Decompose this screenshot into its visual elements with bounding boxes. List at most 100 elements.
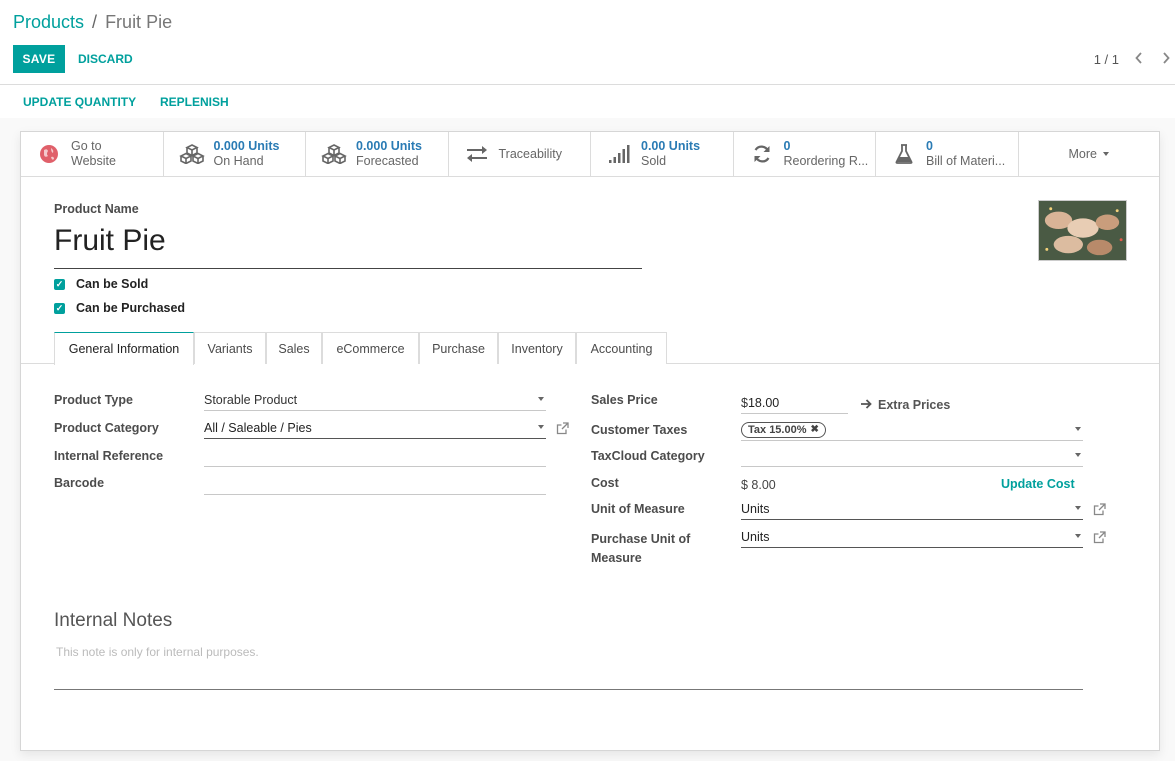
can-be-sold-checkbox[interactable]: ✓ Can be Sold — [54, 277, 148, 291]
internal-reference-input[interactable] — [204, 445, 546, 467]
cost-value: $ 8.00 — [741, 478, 776, 492]
product-category-value: All / Saleable / Pies — [204, 420, 312, 435]
sales-price-input[interactable]: $ 18.00 — [741, 392, 848, 414]
sales-price-label: Sales Price — [591, 393, 658, 407]
smart-button-label: Reordering R... — [783, 154, 869, 168]
smart-button-on-hand[interactable]: 0.000 Units On Hand — [164, 132, 306, 176]
smart-button-value: 0.00 Units — [641, 139, 701, 153]
discard-button[interactable]: DISCARD — [78, 45, 133, 73]
product-name-input[interactable]: Fruit Pie — [54, 224, 642, 269]
flask-icon — [890, 142, 918, 166]
customer-taxes-select[interactable]: Tax 15.00% ✖ — [741, 419, 1083, 441]
pager-value[interactable]: 1 / 1 — [1094, 52, 1119, 67]
update-cost-button[interactable]: Update Cost — [1001, 477, 1075, 491]
internal-notes-input[interactable]: This note is only for internal purposes. — [56, 645, 259, 659]
smart-button-website[interactable]: Go to Website — [21, 132, 164, 176]
unit-of-measure-select[interactable]: Units — [741, 498, 1083, 520]
tax-tag-label: Tax 15.00% — [748, 423, 807, 436]
cubes-icon — [320, 142, 348, 166]
product-type-select[interactable]: Storable Product — [204, 389, 546, 411]
external-link-icon[interactable] — [1093, 531, 1107, 545]
can-be-purchased-label: Can be Purchased — [76, 301, 186, 315]
smart-button-value: 0 — [783, 139, 791, 153]
caret-down-icon — [538, 397, 544, 401]
tab-variants[interactable]: Variants — [194, 332, 266, 364]
smart-button-reordering-rules[interactable]: 0 Reordering R... — [734, 132, 876, 176]
caret-down-icon — [1075, 534, 1081, 538]
breadcrumb-current: Fruit Pie — [105, 12, 173, 32]
smart-button-value: Go to — [71, 139, 102, 153]
smart-button-traceability[interactable]: Traceability — [449, 132, 591, 176]
smart-button-label: Website — [71, 154, 116, 168]
notebook-tabs: General Information Variants Sales eComm… — [21, 332, 1159, 365]
pager-next-icon[interactable] — [1159, 49, 1173, 67]
action-bar: UPDATE QUANTITY REPLENISH — [0, 85, 1175, 118]
pager-previous-icon[interactable] — [1132, 49, 1146, 67]
tab-accounting[interactable]: Accounting — [576, 332, 667, 364]
breadcrumb-separator: / — [92, 12, 98, 32]
caret-down-icon — [538, 425, 544, 429]
unit-of-measure-label: Unit of Measure — [591, 502, 685, 516]
smart-button-label: Sold — [641, 154, 667, 168]
caret-down-icon — [1075, 453, 1081, 457]
sales-price-value: 18.00 — [747, 395, 780, 410]
internal-reference-label: Internal Reference — [54, 449, 164, 463]
signal-icon — [605, 142, 633, 166]
smart-button-value: 0 — [926, 139, 933, 153]
product-name-label: Product Name — [54, 202, 139, 216]
tab-inventory[interactable]: Inventory — [498, 332, 576, 364]
customer-taxes-label: Customer Taxes — [591, 423, 688, 437]
external-link-icon[interactable] — [556, 422, 570, 436]
product-type-label: Product Type — [54, 393, 133, 407]
smart-button-more[interactable]: More — [1019, 132, 1160, 176]
can-be-purchased-checkbox[interactable]: ✓ Can be Purchased — [54, 301, 185, 315]
tab-sales[interactable]: Sales — [266, 332, 322, 364]
external-link-icon[interactable] — [1093, 503, 1107, 517]
breadcrumb-products-link[interactable]: Products — [13, 12, 84, 33]
caret-down-icon — [1102, 152, 1109, 156]
barcode-input[interactable] — [204, 473, 546, 495]
update-quantity-button[interactable]: UPDATE QUANTITY — [23, 95, 136, 109]
caret-down-icon — [1075, 506, 1081, 510]
can-be-sold-label: Can be Sold — [76, 277, 149, 291]
smart-button-bill-of-materials[interactable]: 0 Bill of Materi... — [876, 132, 1019, 176]
smart-button-forecasted[interactable]: 0.000 Units Forecasted — [306, 132, 449, 176]
caret-down-icon — [1075, 427, 1081, 431]
smart-button-label: Traceability — [498, 147, 562, 161]
more-label: More — [1068, 147, 1097, 161]
smart-button-value: 0.000 Units — [213, 139, 280, 153]
product-type-value: Storable Product — [204, 392, 298, 407]
taxcloud-category-label: TaxCloud Category — [591, 449, 705, 463]
purchase-uom-label-line1: Purchase Unit of — [591, 532, 691, 546]
purchase-uom-label-line2: Measure — [591, 551, 642, 565]
arrow-right-icon — [861, 398, 872, 412]
remove-tag-icon[interactable]: ✖ — [811, 424, 819, 435]
breadcrumb: Products / Fruit Pie — [13, 12, 172, 33]
product-category-label: Product Category — [54, 421, 159, 435]
purchase-uom-label: Purchase Unit of Measure — [591, 530, 690, 568]
purchase-uom-select[interactable]: Units — [741, 526, 1083, 548]
smart-button-sold[interactable]: 0.00 Units Sold — [591, 132, 734, 176]
tab-purchase[interactable]: Purchase — [419, 332, 498, 364]
tab-general-information[interactable]: General Information — [54, 332, 194, 365]
cost-label: Cost — [591, 476, 619, 490]
internal-notes-underline — [54, 689, 1083, 690]
smart-button-box: Go to Website 0.000 Units On Hand 0.000 … — [21, 132, 1159, 177]
cubes-icon — [178, 142, 206, 166]
smart-button-label: Forecasted — [356, 154, 419, 168]
extra-prices-button[interactable]: Extra Prices — [861, 398, 950, 412]
currency-symbol: $ — [741, 395, 748, 410]
smart-button-value: 0.000 Units — [356, 139, 423, 153]
save-button[interactable]: SAVE — [13, 45, 65, 73]
globe-icon — [35, 142, 63, 166]
extra-prices-label: Extra Prices — [878, 398, 951, 412]
smart-button-label: On Hand — [213, 154, 264, 168]
replenish-button[interactable]: REPLENISH — [160, 95, 229, 109]
tab-ecommerce[interactable]: eCommerce — [322, 332, 419, 364]
taxcloud-category-select[interactable] — [741, 445, 1083, 467]
product-category-select[interactable]: All / Saleable / Pies — [204, 417, 546, 439]
smart-button-label: Bill of Materi... — [926, 154, 1006, 168]
tax-tag: Tax 15.00% ✖ — [741, 421, 826, 438]
barcode-label: Barcode — [54, 476, 105, 490]
product-image[interactable] — [1038, 200, 1127, 261]
